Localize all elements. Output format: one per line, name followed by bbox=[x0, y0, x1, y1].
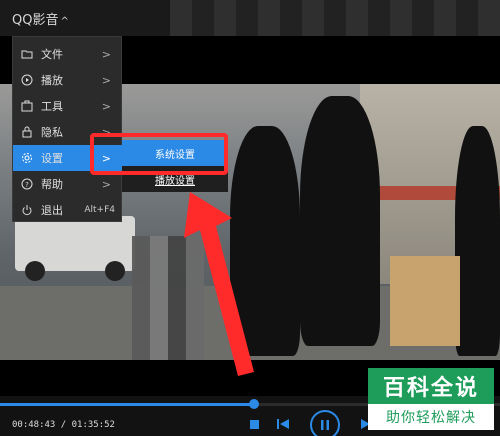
person-figure bbox=[230, 126, 300, 356]
pixelated-area bbox=[170, 0, 500, 36]
menu-item-label: 设置 bbox=[41, 152, 63, 165]
previous-icon[interactable] bbox=[276, 418, 290, 430]
play-circle-icon bbox=[21, 74, 33, 86]
cardboard-boxes bbox=[390, 256, 460, 346]
help-icon: ? bbox=[21, 178, 33, 190]
app-title: QQ影音 bbox=[12, 13, 59, 28]
wheel bbox=[105, 261, 125, 281]
person-figure bbox=[300, 96, 380, 346]
chevron-up-icon: ^ bbox=[60, 16, 69, 27]
app-menu-button[interactable]: QQ影音 ^ bbox=[12, 9, 69, 28]
folder-icon bbox=[21, 50, 33, 59]
title-bar: QQ影音 ^ bbox=[0, 0, 500, 36]
stop-button[interactable] bbox=[250, 420, 259, 429]
pause-button[interactable] bbox=[310, 410, 340, 436]
menu-item-label: 工具 bbox=[41, 100, 63, 113]
toolbox-icon bbox=[21, 100, 33, 112]
menu-item-play[interactable]: 播放 > bbox=[13, 67, 123, 93]
menu-item-label: 文件 bbox=[41, 48, 63, 61]
chevron-right-icon: > bbox=[101, 99, 111, 113]
wheel bbox=[25, 261, 45, 281]
menu-item-label: 退出 bbox=[41, 204, 63, 217]
progress-fill bbox=[0, 403, 254, 406]
time-display: 00:48:43 / 01:35:52 bbox=[12, 420, 115, 430]
watermark-top: 百科全说 bbox=[368, 368, 494, 404]
pause-icon bbox=[321, 420, 329, 430]
lock-icon bbox=[22, 126, 32, 138]
highlight-box bbox=[90, 133, 228, 175]
main-menu: 文件 > 播放 > 工具 > 隐私 > 设置 > ? 帮助 > 退出 Alt+F… bbox=[12, 36, 123, 223]
menu-item-label: 播放 bbox=[41, 74, 63, 87]
chevron-right-icon: > bbox=[101, 47, 111, 61]
menu-item-tools[interactable]: 工具 > bbox=[13, 93, 123, 119]
svg-text:?: ? bbox=[25, 181, 29, 189]
watermark-logo: 百科全说 助你轻松解决 bbox=[368, 368, 494, 430]
menu-item-label: 隐私 bbox=[41, 126, 63, 139]
pixelated-area bbox=[132, 236, 204, 376]
shortcut-label: Alt+F4 bbox=[84, 205, 115, 215]
chevron-right-icon: > bbox=[101, 177, 111, 191]
truck bbox=[15, 216, 135, 281]
menu-item-file[interactable]: 文件 > bbox=[13, 41, 123, 67]
watermark-bottom: 助你轻松解决 bbox=[386, 410, 476, 426]
person-figure bbox=[455, 126, 500, 356]
gear-icon bbox=[22, 153, 32, 163]
menu-item-label: 帮助 bbox=[41, 178, 63, 191]
power-icon bbox=[22, 205, 32, 216]
progress-thumb[interactable] bbox=[249, 399, 259, 409]
chevron-right-icon: > bbox=[101, 73, 111, 87]
menu-item-exit[interactable]: 退出 Alt+F4 bbox=[13, 197, 123, 223]
